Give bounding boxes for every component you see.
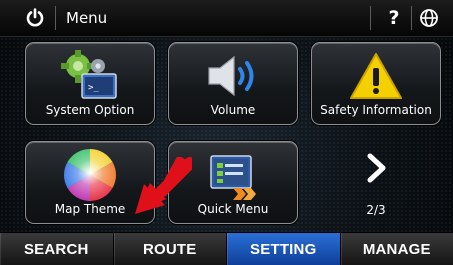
next-page-button[interactable]: 2/3 — [311, 141, 441, 224]
quick-menu-tile[interactable]: Quick Menu — [168, 141, 298, 224]
divider — [411, 6, 412, 30]
power-icon — [26, 8, 44, 27]
globe-icon — [420, 9, 438, 27]
system-option-tile[interactable]: >_ System Option — [25, 42, 155, 125]
menu-screen: Menu ? >_ System Option Volume Safety In… — [0, 0, 453, 265]
tab-search[interactable]: SEARCH — [0, 233, 114, 265]
page-indicator: 2/3 — [366, 203, 386, 217]
tile-label: Safety Information — [320, 103, 432, 117]
divider — [370, 6, 371, 30]
tab-route[interactable]: ROUTE — [114, 233, 227, 265]
tab-setting[interactable]: SETTING — [227, 233, 341, 265]
bottom-tab-bar: SEARCH ROUTE SETTING MANAGE — [0, 233, 453, 265]
warning-icon — [350, 53, 402, 99]
help-button[interactable]: ? — [382, 5, 406, 31]
tab-manage[interactable]: MANAGE — [341, 233, 453, 265]
power-button[interactable] — [24, 7, 46, 29]
chevron-right-icon — [367, 153, 386, 183]
divider — [55, 6, 56, 30]
svg-text:>_: >_ — [88, 83, 99, 93]
color-wheel-icon — [64, 149, 116, 201]
tile-label: System Option — [45, 103, 135, 117]
map-theme-tile[interactable]: Map Theme — [25, 141, 155, 224]
safety-information-tile[interactable]: Safety Information — [311, 42, 441, 125]
language-button[interactable] — [419, 8, 439, 28]
tile-label: Map Theme — [54, 202, 126, 216]
quick-menu-icon — [210, 155, 256, 200]
system-option-icon: >_ — [61, 50, 117, 99]
volume-tile[interactable]: Volume — [168, 42, 298, 125]
volume-icon — [208, 55, 254, 97]
menu-grid: >_ System Option Volume Safety Informati… — [0, 37, 453, 232]
page-title: Menu — [66, 9, 108, 27]
tile-label: Volume — [210, 103, 256, 117]
top-bar: Menu ? — [0, 0, 453, 37]
tile-label: Quick Menu — [197, 202, 269, 216]
